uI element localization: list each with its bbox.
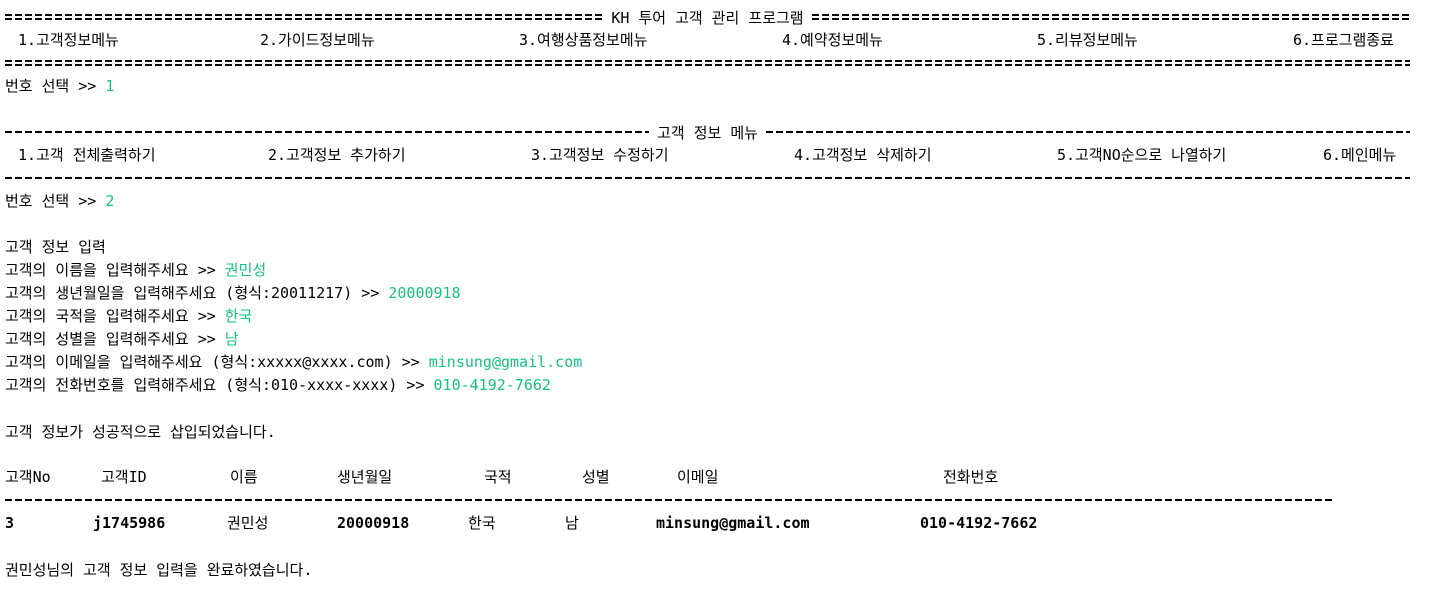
input-header: 고객 정보 입력 — [5, 238, 106, 256]
customer-menu-item: 1.고객 전체출력하기 — [18, 146, 156, 164]
customer-menu-item: 4.고객정보 삭제하기 — [794, 146, 932, 164]
main-menu-item: 6.프로그램종료 — [1293, 31, 1394, 49]
cell: 20000918 — [337, 514, 410, 532]
prompt-label: 번호 선택 >> — [5, 77, 106, 95]
customer-menu-item: 2.고객정보 추가하기 — [268, 146, 406, 164]
cell: 3 — [5, 514, 15, 532]
col-header: 생년월일 — [337, 468, 393, 486]
main-menu-title-row: KH 투어 고객 관리 프로그램 — [5, 6, 1410, 28]
cell: 권민성 — [227, 514, 269, 532]
cell: minsung@gmail.com — [656, 514, 810, 532]
col-header: 고객No — [5, 468, 51, 486]
separator — [765, 131, 1410, 133]
input-line-phone: 고객의 전화번호를 입력해주세요 (형식:010-xxxx-xxxx) >> 0… — [5, 376, 551, 394]
cell: j1745986 — [93, 514, 166, 532]
cell: 한국 — [468, 514, 496, 532]
separator — [5, 131, 650, 133]
col-header: 전화번호 — [943, 468, 999, 486]
main-menu-item: 2.가이드정보메뉴 — [260, 31, 375, 49]
main-menu-item: 1.고객정보메뉴 — [18, 31, 119, 49]
col-header: 성별 — [582, 468, 610, 486]
separator — [5, 60, 1410, 66]
prompt-input: 2 — [105, 192, 115, 210]
prompt-label: 번호 선택 >> — [5, 192, 106, 210]
customer-menu-item: 6.메인메뉴 — [1323, 146, 1397, 164]
separator — [811, 14, 1410, 20]
prompt-line: 번호 선택 >> 1 — [5, 75, 114, 97]
customer-menu-title: 고객 정보 메뉴 — [657, 123, 758, 142]
main-menu-title: KH 투어 고객 관리 프로그램 — [611, 8, 804, 27]
separator — [5, 14, 604, 20]
complete-message: 권민성님의 고객 정보 입력을 완료하였습니다. — [5, 561, 313, 579]
cell: 010-4192-7662 — [920, 514, 1038, 532]
col-header: 고객ID — [101, 468, 147, 486]
cell: 남 — [565, 514, 579, 532]
main-menu-item: 3.여행상품정보메뉴 — [519, 31, 648, 49]
col-header: 이메일 — [677, 468, 719, 486]
col-header: 이름 — [230, 468, 258, 486]
input-line-nationality: 고객의 국적을 입력해주세요 >> 한국 — [5, 307, 253, 325]
prompt-input: 1 — [105, 77, 115, 95]
input-line-birth: 고객의 생년월일을 입력해주세요 (형식:20011217) >> 200009… — [5, 284, 461, 302]
separator — [5, 177, 1410, 179]
prompt-line: 번호 선택 >> 2 — [5, 190, 114, 212]
customer-menu-item: 5.고객NO순으로 나열하기 — [1057, 146, 1227, 164]
input-line-gender: 고객의 성별을 입력해주세요 >> 남 — [5, 330, 239, 348]
main-menu-item: 5.리뷰정보메뉴 — [1037, 31, 1138, 49]
main-menu-item: 4.예약정보메뉴 — [782, 31, 883, 49]
input-line-email: 고객의 이메일을 입력해주세요 (형식:xxxxx@xxxx.com) >> m… — [5, 353, 583, 371]
customer-menu-title-row: 고객 정보 메뉴 — [5, 121, 1410, 143]
input-line-name: 고객의 이름을 입력해주세요 >> 권민성 — [5, 261, 267, 279]
col-header: 국적 — [484, 468, 512, 486]
customer-menu-item: 3.고객정보 수정하기 — [531, 146, 669, 164]
success-message: 고객 정보가 성공적으로 삽입되었습니다. — [5, 423, 276, 441]
separator — [5, 499, 1335, 501]
